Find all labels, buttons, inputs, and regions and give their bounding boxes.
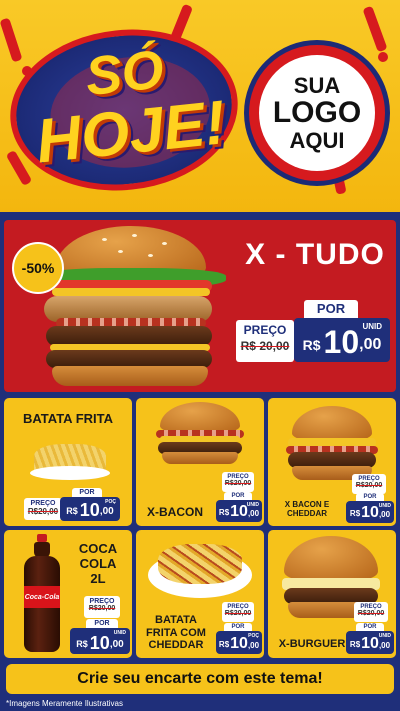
- logo-text-2: LOGO: [272, 96, 362, 130]
- currency: R$: [66, 506, 78, 516]
- unit: UNID: [246, 502, 259, 508]
- new-price: R$ 10 ,00 UNID: [216, 500, 262, 522]
- headline: SÓ HOJE!: [12, 35, 243, 176]
- preco-label: PREÇO: [89, 598, 115, 605]
- old-price-box: PREÇO R$20,00: [222, 472, 254, 492]
- unit: UNID: [378, 633, 391, 639]
- hero-old-price: R$ 20,00: [240, 339, 290, 353]
- hero-por-tab: POR: [304, 300, 358, 318]
- cheddar-fries-image: [148, 536, 252, 600]
- unit: POÇ: [248, 633, 259, 639]
- old-price: R$20,00: [224, 610, 252, 617]
- new-price: R$ 10 ,00 UNID: [346, 631, 394, 654]
- hero-price-int: 10: [323, 324, 360, 360]
- product-card-batata-frita: BATATA FRITA PREÇO R$20,00 POR R$ 10 ,00…: [4, 398, 132, 526]
- hero-preco-label: PREÇO: [243, 323, 287, 337]
- price-dec: ,00: [378, 641, 391, 650]
- old-price-box: PREÇO R$20,00: [354, 602, 388, 622]
- product-title: COCA COLA 2L: [70, 541, 126, 587]
- coca-cola-bottle-image: Coca-Cola: [20, 534, 64, 654]
- price-int: 10: [230, 635, 248, 652]
- new-price: R$ 10 ,00 UNID: [346, 501, 394, 523]
- title-line2: FRITA COM: [146, 626, 206, 639]
- hero-price-dec: ,00: [359, 336, 382, 353]
- product-card-x-burguer: X-BURGUER PREÇO R$20,00 POR R$ 10 ,00 UN…: [268, 530, 396, 658]
- disclaimer: *Imagens Meramente Ilustrativas: [6, 699, 123, 708]
- title-line1: BATATA: [155, 614, 197, 626]
- hero-new-price: R$ 10 ,00 UNID: [294, 318, 390, 362]
- discount-badge: -50%: [12, 242, 64, 294]
- product-title: X BACON E CHEDDAR: [284, 500, 330, 519]
- unit: UNID: [378, 503, 391, 509]
- exclamation-right-icon: [362, 5, 388, 53]
- new-price: R$ 10 ,00 POÇ: [60, 497, 120, 521]
- x-bacon-image: [154, 402, 246, 468]
- new-price: R$ 10 ,00 UNID: [70, 628, 130, 654]
- old-price: R$20,00: [88, 605, 116, 612]
- bottle-label: Coca-Cola: [24, 586, 60, 608]
- logo-text-3: AQUI: [289, 127, 345, 153]
- product-card-coca-cola: Coca-Cola COCA COLA 2L PREÇO R$20,00 POR…: [4, 530, 132, 658]
- price-int: 10: [361, 635, 379, 652]
- product-title: X-BACON: [147, 505, 203, 519]
- price-dec: ,00: [378, 510, 391, 519]
- price-int: 10: [230, 503, 248, 520]
- hero-old-price-box: PREÇO R$ 20,00: [236, 320, 294, 362]
- old-price: R$20,00: [357, 610, 385, 617]
- currency: R$: [218, 508, 230, 517]
- old-price-box: PREÇO R$20,00: [84, 596, 120, 618]
- price-dec: ,00: [247, 641, 260, 650]
- product-card-batata-cheddar: BATATA FRITA COM CHEDDAR PREÇO R$20,00 P…: [136, 530, 264, 658]
- currency: R$: [76, 639, 88, 649]
- currency: R$: [218, 640, 230, 649]
- product-card-x-bacon-cheddar: X BACON E CHEDDAR PREÇO R$20,00 POR R$ 1…: [268, 398, 396, 526]
- title-line2: COLA: [79, 555, 117, 571]
- hero-unit: UNID: [362, 322, 382, 331]
- product-title: X-BURGUER: [278, 638, 346, 650]
- unit: POÇ: [105, 499, 116, 505]
- hero-title: X - TUDO: [245, 238, 385, 271]
- unit: UNID: [113, 630, 126, 636]
- title-line3: 2L: [90, 570, 106, 586]
- exclamation-left-icon: [0, 17, 23, 63]
- product-title: BATATA FRITA: [22, 411, 113, 426]
- old-price-box: PREÇO R$20,00: [24, 498, 62, 520]
- cta-banner[interactable]: Crie seu encarte com este tema!: [6, 664, 394, 694]
- price-dec: ,00: [109, 639, 124, 650]
- logo-placeholder: SUA LOGO AQUI: [244, 40, 390, 186]
- title-line1: COCA: [78, 541, 118, 556]
- old-price: R$20,00: [224, 480, 252, 487]
- new-price: R$ 10 ,00 POÇ: [216, 631, 262, 654]
- currency: R$: [349, 640, 361, 649]
- logo-circle: SUA LOGO AQUI: [259, 55, 375, 171]
- old-price-box: PREÇO R$20,00: [352, 474, 386, 494]
- product-title: BATATA FRITA COM CHEDDAR: [138, 614, 214, 652]
- logo-text-1: SUA: [293, 73, 341, 99]
- old-price-box: PREÇO R$20,00: [222, 602, 254, 622]
- currency: R$: [349, 509, 361, 518]
- price-dec: ,00: [99, 506, 114, 517]
- old-price: R$20,00: [355, 482, 383, 489]
- promo-flyer: SÓ HOJE! SUA LOGO AQUI -50% X - TUDO PRE…: [0, 0, 400, 711]
- price-dec: ,00: [247, 509, 260, 518]
- preco-label: PREÇO: [30, 500, 56, 507]
- fries-image: [30, 436, 110, 482]
- price-int: 10: [89, 633, 110, 653]
- title-line3: CHEDDAR: [148, 639, 204, 652]
- old-price: R$20,00: [27, 507, 59, 516]
- hero-currency: R$: [302, 337, 321, 353]
- header-banner: SÓ HOJE! SUA LOGO AQUI: [0, 0, 400, 215]
- hero-card: -50% X - TUDO PREÇO R$ 20,00 POR R$ 10 ,…: [4, 220, 396, 392]
- price-int: 10: [79, 500, 100, 520]
- exclamation-right-dot: [378, 52, 388, 62]
- price-int: 10: [361, 504, 379, 521]
- product-card-x-bacon: X-BACON PREÇO R$20,00 POR R$ 10 ,00 UNID: [136, 398, 264, 526]
